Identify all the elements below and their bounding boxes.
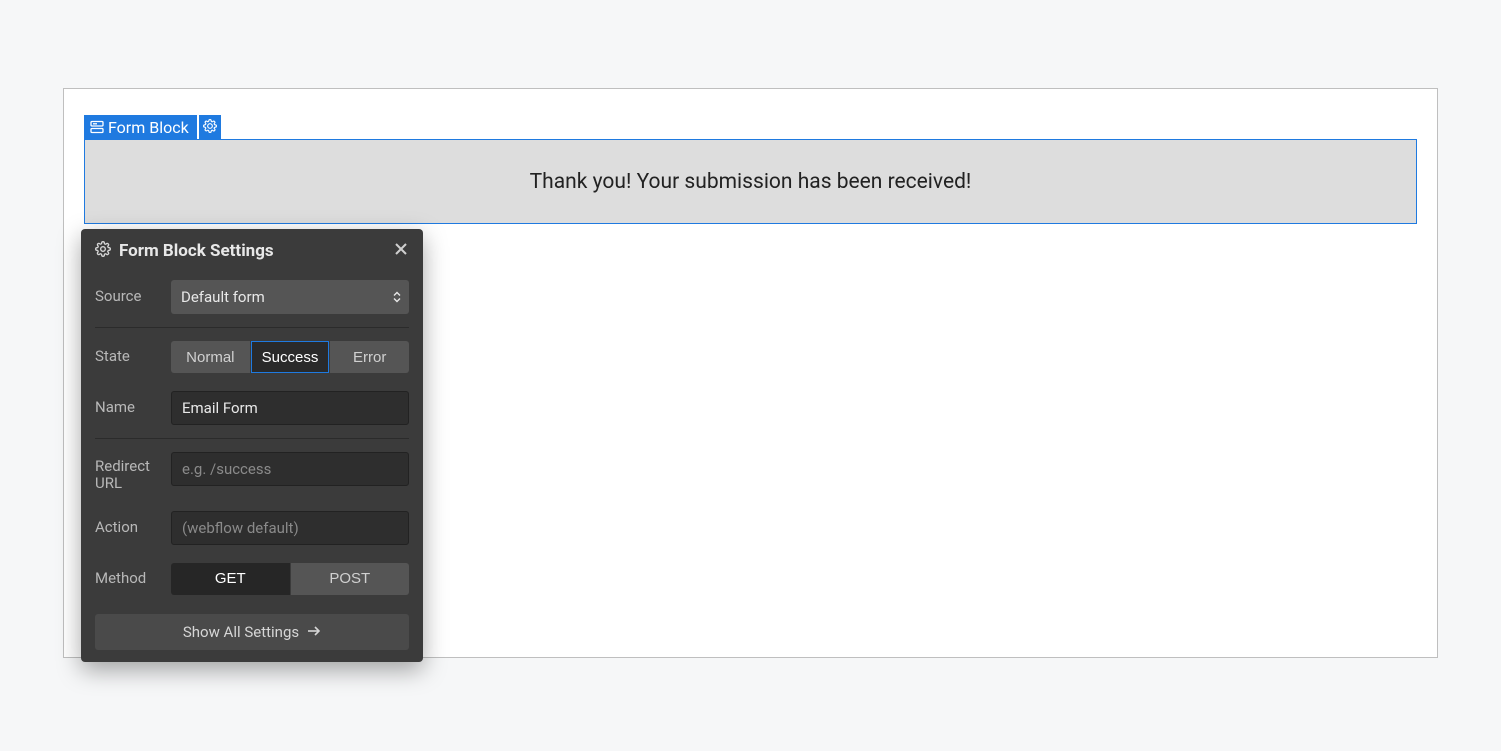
action-input[interactable]: [171, 511, 409, 545]
state-segmented: Normal Success Error: [171, 341, 409, 373]
row-redirect: Redirect URL: [81, 443, 423, 502]
panel-close-button[interactable]: [393, 241, 409, 261]
form-block-tag[interactable]: Form Block: [84, 115, 221, 139]
method-get-button[interactable]: GET: [171, 563, 290, 595]
row-name: Name: [81, 382, 423, 434]
divider: [95, 327, 409, 328]
form-success-region[interactable]: Thank you! Your submission has been rece…: [84, 139, 1417, 224]
form-success-text: Thank you! Your submission has been rece…: [530, 170, 972, 194]
name-input[interactable]: [171, 391, 409, 425]
label-action: Action: [95, 519, 171, 536]
row-action: Action: [81, 502, 423, 554]
row-source: Source Default form: [81, 271, 423, 323]
method-segmented: GET POST: [171, 563, 409, 595]
row-state: State Normal Success Error: [81, 332, 423, 382]
form-block-settings-panel: Form Block Settings Source Default form: [81, 229, 423, 662]
label-redirect: Redirect URL: [95, 452, 171, 493]
gear-icon: [203, 118, 217, 137]
form-block-settings-trigger[interactable]: [199, 115, 221, 139]
gear-icon: [95, 241, 111, 261]
show-all-label: Show All Settings: [183, 623, 299, 641]
arrow-right-icon: [307, 623, 321, 641]
panel-title: Form Block Settings: [119, 241, 393, 261]
label-method: Method: [95, 570, 171, 587]
state-normal-button[interactable]: Normal: [171, 341, 250, 373]
form-block-tag-label: Form Block: [108, 118, 189, 137]
canvas-frame: Form Block Thank you! Your submission ha…: [63, 88, 1438, 658]
label-name: Name: [95, 399, 171, 416]
source-select-value: Default form: [181, 288, 265, 306]
close-icon: [393, 241, 409, 261]
state-success-button[interactable]: Success: [251, 341, 330, 373]
method-post-button[interactable]: POST: [291, 563, 410, 595]
state-error-button[interactable]: Error: [330, 341, 409, 373]
source-select[interactable]: Default form: [171, 280, 409, 314]
divider: [95, 438, 409, 439]
show-all-settings-button[interactable]: Show All Settings: [95, 614, 409, 650]
form-block-icon: [90, 120, 104, 134]
row-method: Method GET POST: [81, 554, 423, 604]
form-block-tag-main[interactable]: Form Block: [84, 115, 197, 139]
label-state: State: [95, 348, 171, 365]
select-caret-icon: [393, 292, 401, 303]
panel-header: Form Block Settings: [81, 229, 423, 271]
label-source: Source: [95, 288, 171, 305]
redirect-url-input[interactable]: [171, 452, 409, 486]
